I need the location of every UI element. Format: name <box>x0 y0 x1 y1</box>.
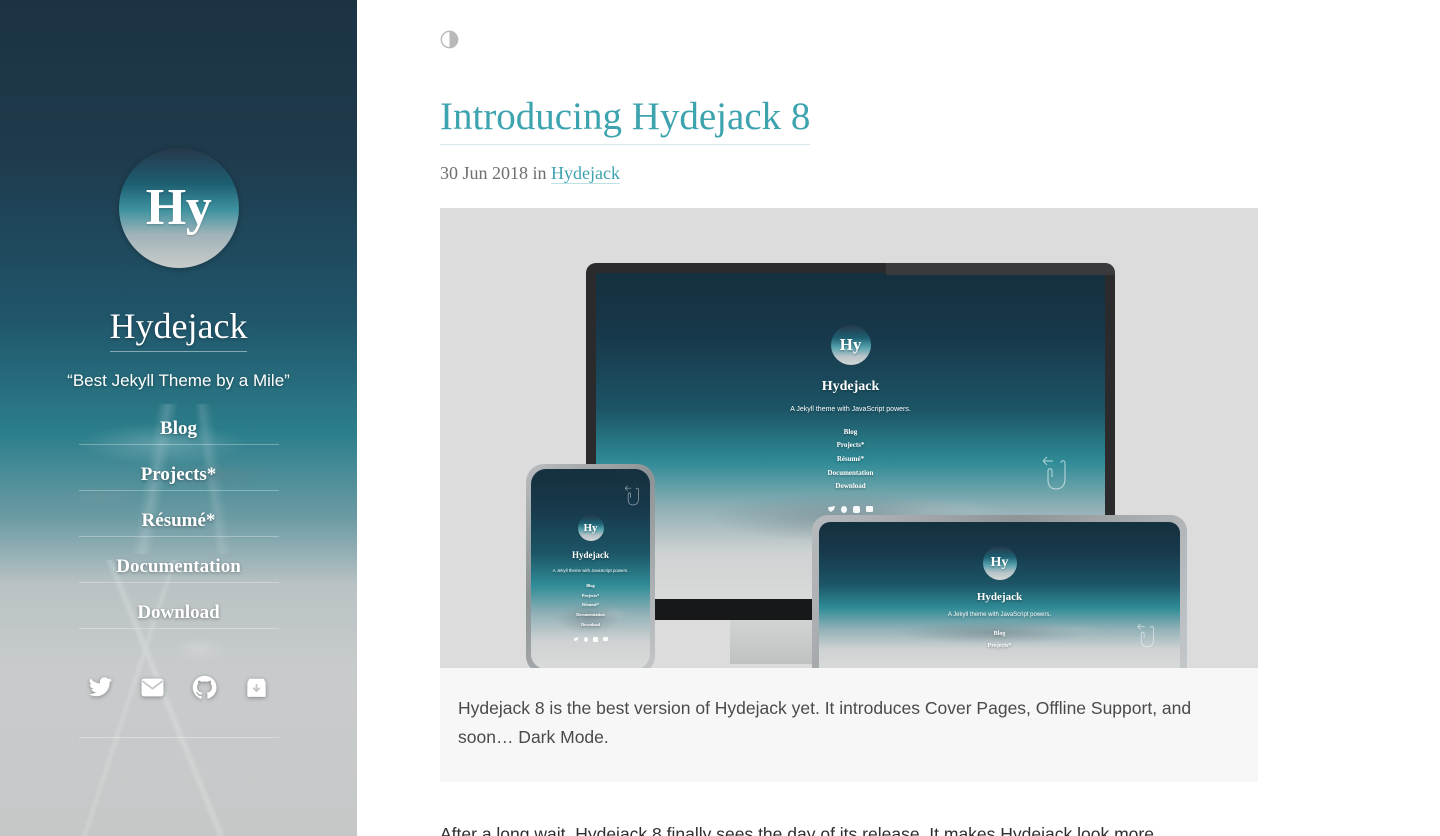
screen-nav-blog: Blog <box>843 427 858 436</box>
screen-download-icon <box>866 506 873 513</box>
phone-avatar: Hy <box>577 514 604 541</box>
post-title-link[interactable]: Introducing Hydejack 8 <box>440 95 811 145</box>
screen-nav: Blog Projects* Résumé* Documentation Dow… <box>828 426 874 494</box>
phone-nav: Blog Projects* Résumé* Documentation Dow… <box>576 581 605 629</box>
tablet-nav: Blog Projects* <box>988 628 1012 653</box>
phone-nav-projects: Projects* <box>581 592 600 598</box>
avatar-label: Hy <box>145 179 212 236</box>
phone-github-icon <box>583 637 588 643</box>
main-content: Introducing Hydejack 8 30 Jun 2018 in Hy… <box>357 0 1440 836</box>
screen-twitter-icon <box>828 506 835 513</box>
email-icon[interactable] <box>140 675 166 701</box>
sidebar-item-projects[interactable]: Projects* <box>78 464 279 491</box>
sidebar-item-resume[interactable]: Résumé* <box>78 510 279 537</box>
phone-frame: Hy Hydejack A Jekyll theme with JavaScri… <box>526 463 655 668</box>
phone-nav-blog: Blog <box>586 582 595 588</box>
phone-download-icon <box>602 637 608 642</box>
sidebar-item-documentation[interactable]: Documentation <box>78 556 279 583</box>
tablet-swipe-hint-icon <box>1136 618 1158 654</box>
device-tablet: Hy Hydejack A Jekyll theme with JavaScri… <box>812 514 1187 668</box>
tablet-site-title: Hydejack <box>976 590 1023 603</box>
screen-social <box>828 506 873 514</box>
social-links <box>0 675 357 701</box>
download-icon[interactable] <box>244 675 270 701</box>
hero-image: Hy Hydejack A Jekyll theme with JavaScri… <box>440 207 1258 668</box>
sidebar-item-download[interactable]: Download <box>78 602 279 629</box>
phone-avatar-label: Hy <box>583 521 598 534</box>
phone-nav-documentation: Documentation <box>576 611 605 617</box>
post-category-link[interactable]: Hydejack <box>551 162 620 184</box>
phone-nav-download: Download <box>580 621 600 627</box>
device-phone: Hy Hydejack A Jekyll theme with JavaScri… <box>526 463 655 668</box>
phone-swipe-hint-icon <box>624 481 642 511</box>
swipe-hint-icon <box>1041 449 1071 499</box>
screen-instagram-icon <box>853 506 860 514</box>
screen-github-icon <box>841 506 847 514</box>
phone-notch <box>564 468 617 482</box>
phone-instagram-icon <box>592 637 598 643</box>
dark-mode-toggle-icon[interactable] <box>440 30 459 49</box>
screen-nav-resume: Résumé* <box>836 455 865 464</box>
screen-avatar-label: Hy <box>839 334 862 354</box>
screen-nav-download: Download <box>835 482 866 491</box>
phone-site-title: Hydejack <box>572 549 609 560</box>
tablet-tagline: A Jekyll theme with JavaScript powers. <box>947 611 1052 618</box>
tablet-avatar: Hy <box>982 545 1017 580</box>
site-title: Hydejack <box>0 306 357 352</box>
post-excerpt: Hydejack 8 is the best version of Hydeja… <box>440 667 1258 782</box>
site-title-link[interactable]: Hydejack <box>109 306 248 352</box>
sidebar: Hy Hydejack “Best Jekyll Theme by a Mile… <box>0 0 357 836</box>
phone-tagline: A Jekyll theme with JavaScript powers. <box>552 567 629 573</box>
github-icon[interactable] <box>192 675 218 701</box>
phone-twitter-icon <box>573 637 579 642</box>
twitter-icon[interactable] <box>88 675 114 701</box>
sidebar-nav: Blog Projects* Résumé* Documentation Dow… <box>0 418 357 629</box>
tablet-frame: Hy Hydejack A Jekyll theme with JavaScri… <box>812 514 1187 668</box>
site-tagline: “Best Jekyll Theme by a Mile” <box>67 370 290 390</box>
screen-nav-projects: Projects* <box>836 441 865 450</box>
phone-nav-resume: Résumé* <box>581 602 600 608</box>
post-body-paragraph: After a long wait, Hydejack 8 finally se… <box>440 823 1154 836</box>
page-title: Introducing Hydejack 8 <box>440 95 1440 145</box>
screen-site-title: Hydejack <box>821 378 880 394</box>
sidebar-divider <box>78 736 279 738</box>
post-meta: 30 Jun 2018 in Hydejack <box>440 162 1440 184</box>
screen-avatar: Hy <box>830 324 871 365</box>
tablet-screen: Hy Hydejack A Jekyll theme with JavaScri… <box>819 521 1180 668</box>
tablet-nav-projects: Projects* <box>987 643 1012 650</box>
phone-screen: Hy Hydejack A Jekyll theme with JavaScri… <box>531 468 650 668</box>
screen-tagline: A Jekyll theme with JavaScript powers. <box>790 405 911 413</box>
avatar[interactable]: Hy <box>118 148 239 268</box>
tablet-nav-blog: Blog <box>993 630 1006 637</box>
screen-nav-documentation: Documentation <box>827 468 874 477</box>
post-date: 30 Jun 2018 in <box>440 162 547 183</box>
phone-social <box>573 637 608 643</box>
tablet-avatar-label: Hy <box>990 554 1009 570</box>
sidebar-item-blog[interactable]: Blog <box>78 418 279 445</box>
